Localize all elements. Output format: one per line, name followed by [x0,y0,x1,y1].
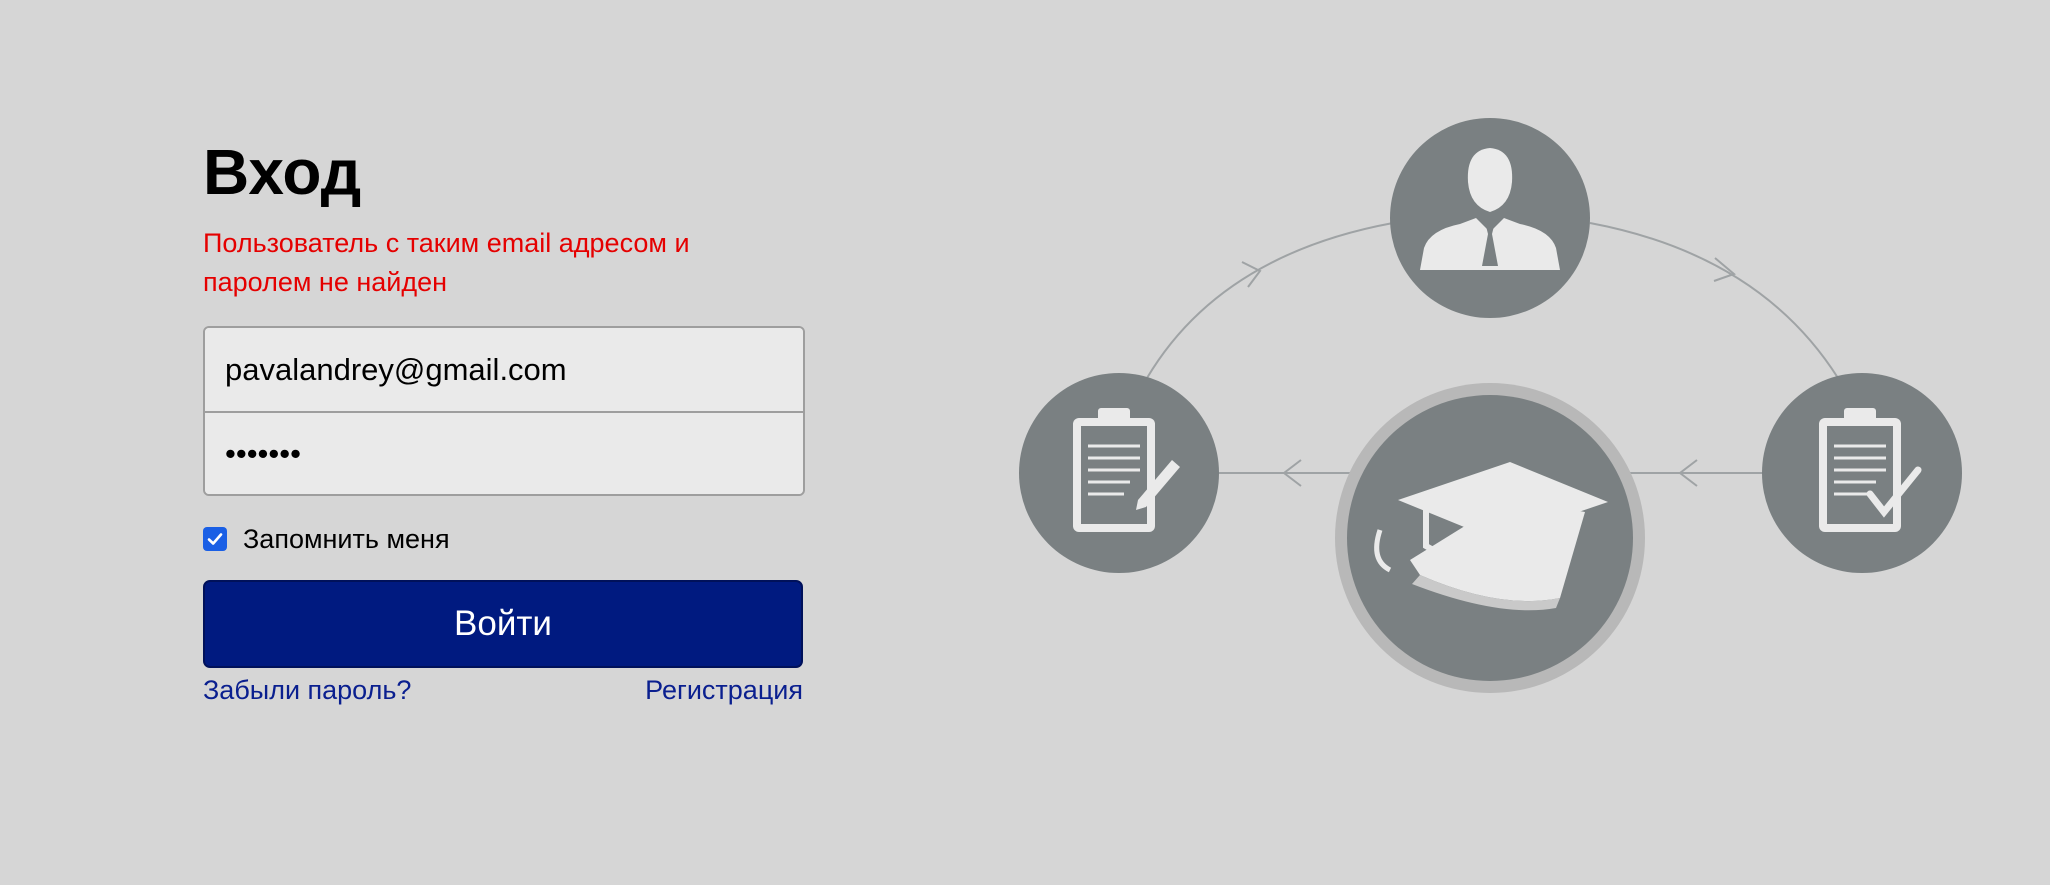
login-page: Вход Пользователь с таким email адресом … [0,0,2050,885]
login-button[interactable]: Войти [203,580,803,668]
forgot-password-link[interactable]: Забыли пароль? [203,672,411,708]
error-message: Пользователь с таким email адресом и пар… [203,228,690,297]
person-icon [1390,118,1590,318]
remember-me-label: Запомнить меня [243,523,450,554]
remember-me-checkbox[interactable] [203,527,227,551]
credentials-group [203,326,805,496]
clipboard-edit-icon [1019,373,1219,573]
email-field[interactable] [205,328,803,411]
password-field[interactable] [205,411,803,494]
clipboard-check-icon [1762,373,1962,573]
checkmark-icon [207,533,223,545]
auth-links: Забыли пароль? Регистрация [203,672,803,708]
graduation-book-icon [1335,383,1645,693]
learning-cycle-illustration [1019,118,1962,693]
register-link[interactable]: Регистрация [645,672,803,708]
remember-me-row: Запомнить меня [203,524,803,554]
page-title: Вход [203,136,362,208]
login-panel: Вход Пользователь с таким email адресом … [203,128,805,708]
